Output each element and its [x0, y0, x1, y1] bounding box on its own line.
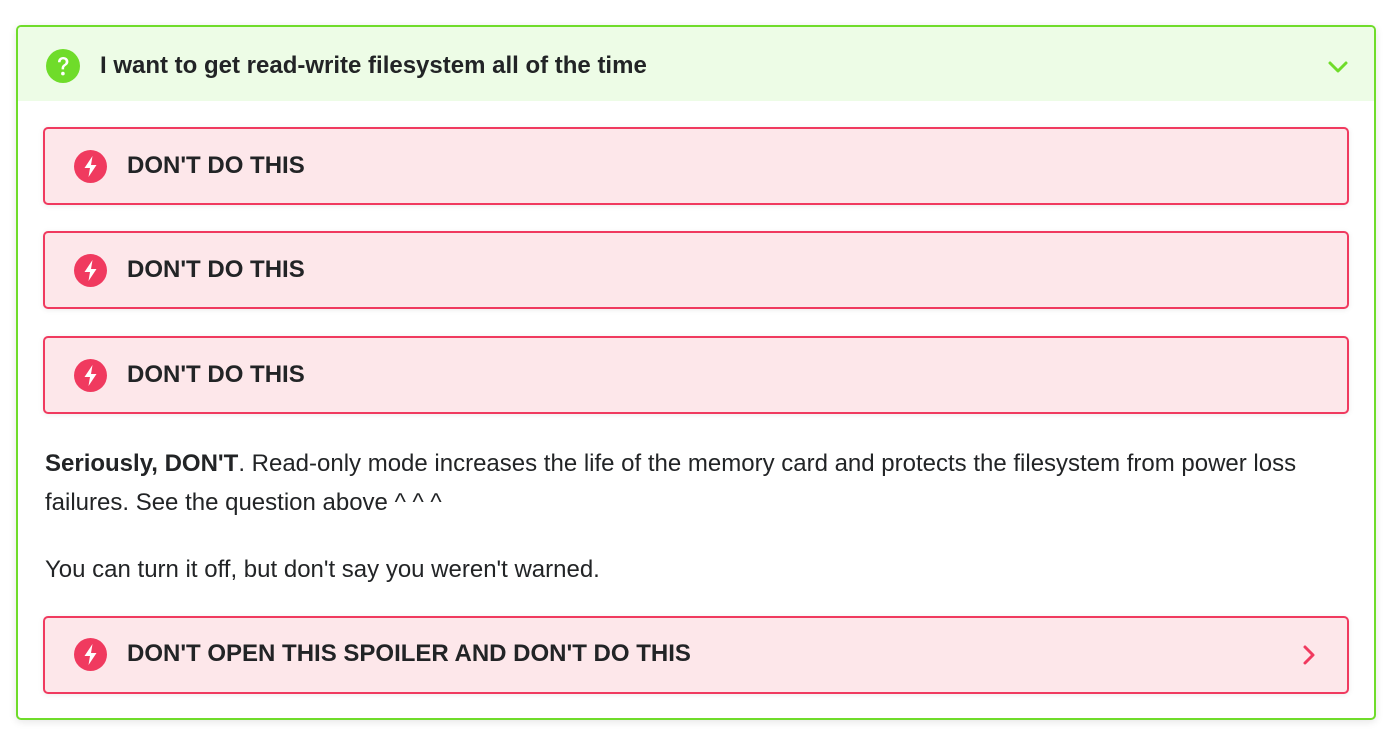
warning-spoiler-2[interactable]: DON'T DO THIS: [43, 231, 1349, 309]
warning-label: DON'T DO THIS: [127, 256, 305, 283]
question-circle-icon: [46, 49, 80, 83]
warning-label: DON'T DO THIS: [127, 361, 305, 388]
body-paragraph-1: Seriously, DON'T. Read-only mode increas…: [45, 444, 1345, 522]
faq-question-block: I want to get read-write filesystem all …: [16, 25, 1376, 720]
chevron-down-icon[interactable]: [1326, 55, 1350, 79]
warning-label: DON'T DO THIS: [127, 152, 305, 179]
lightning-bolt-icon: [74, 359, 107, 392]
body-paragraph-2: You can turn it off, but don't say you w…: [45, 556, 600, 583]
spoiler-label: DON'T OPEN THIS SPOILER AND DON'T DO THI…: [127, 640, 691, 667]
lightning-bolt-icon: [74, 254, 107, 287]
chevron-right-icon[interactable]: [1297, 643, 1321, 667]
warning-spoiler-3[interactable]: DON'T DO THIS: [43, 336, 1349, 414]
question-title: I want to get read-write filesystem all …: [100, 52, 647, 79]
spoiler-dont-open[interactable]: DON'T OPEN THIS SPOILER AND DON'T DO THI…: [43, 616, 1349, 694]
lightning-bolt-icon: [74, 638, 107, 671]
warning-spoiler-1[interactable]: DON'T DO THIS: [43, 127, 1349, 205]
question-header[interactable]: I want to get read-write filesystem all …: [18, 27, 1374, 101]
lightning-bolt-icon: [74, 150, 107, 183]
body-paragraph-1-bold: Seriously, DON'T: [45, 450, 239, 477]
